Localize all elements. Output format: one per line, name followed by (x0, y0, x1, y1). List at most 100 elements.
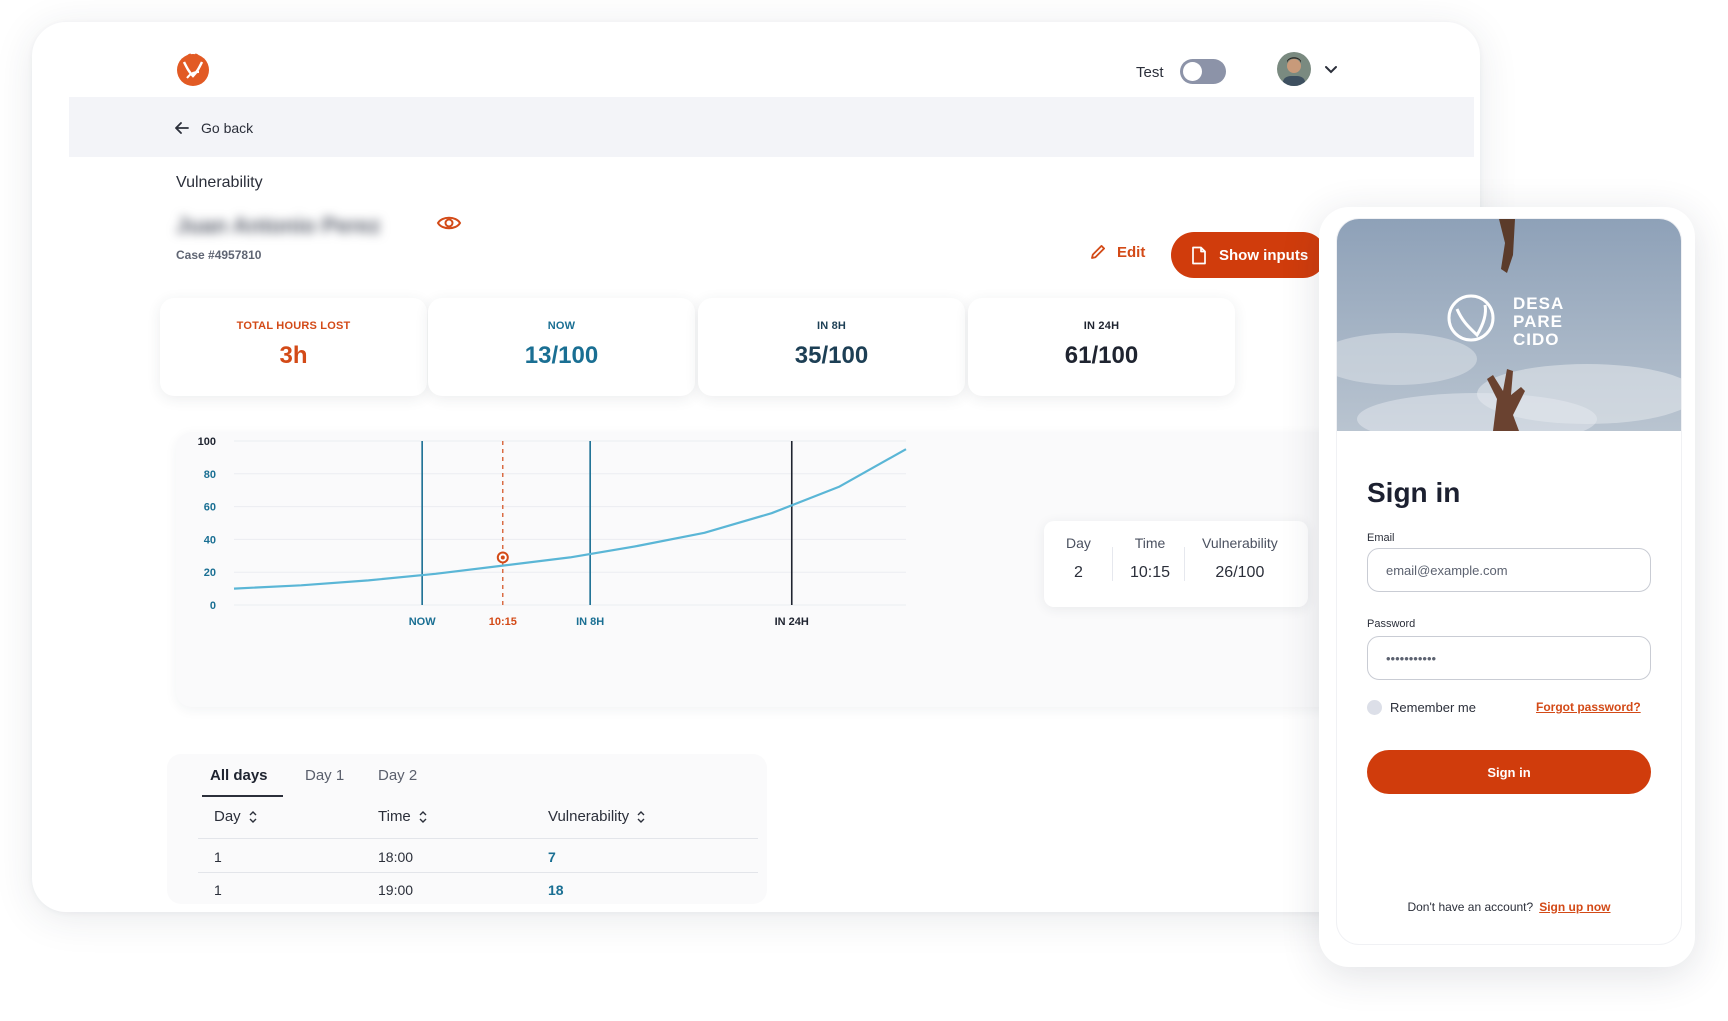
case-number: Case #4957810 (176, 248, 262, 262)
show-inputs-button[interactable]: Show inputs (1171, 232, 1326, 278)
document-icon (1192, 246, 1206, 264)
active-tab-indicator (202, 795, 283, 797)
sort-icon (419, 810, 427, 823)
remember-me-label: Remember me (1390, 700, 1476, 715)
chevron-down-icon[interactable] (1324, 64, 1338, 76)
email-field[interactable]: email@example.com (1367, 548, 1651, 592)
stat-card-in-24h: IN 24H 61/100 (968, 298, 1235, 396)
cell-time: 18:00 (378, 849, 414, 865)
tab-day-2[interactable]: Day 2 (378, 767, 417, 784)
tooltip-time-label: Time (1134, 535, 1166, 551)
cell-vulnerability[interactable]: 18 (548, 882, 564, 898)
cell-day: 1 (214, 849, 222, 865)
signup-prompt: Don't have an account? Sign up now (1337, 900, 1681, 914)
stat-card-now: NOW 13/100 (428, 298, 695, 396)
eye-icon[interactable] (436, 212, 462, 234)
tooltip-divider (1112, 547, 1113, 581)
remember-me-checkbox[interactable]: Remember me (1367, 700, 1476, 715)
stat-label: NOW (547, 320, 576, 332)
tab-all-days[interactable]: All days (210, 767, 268, 784)
tooltip-vulnerability-label: Vulnerability (1202, 535, 1278, 551)
stat-label: TOTAL HOURS LOST (236, 320, 351, 332)
show-inputs-label: Show inputs (1219, 246, 1309, 264)
column-header-day[interactable]: Day (214, 808, 257, 825)
sign-up-link[interactable]: Sign up now (1539, 900, 1610, 914)
brand-wordmark: DESA PARE CIDO (1513, 295, 1564, 349)
sort-icon (637, 810, 645, 823)
password-value: ••••••••••• (1386, 650, 1437, 666)
y-tick-label: 100 (198, 436, 216, 448)
y-tick-label: 60 (204, 502, 216, 514)
tooltip-vulnerability-value: 26/100 (1215, 564, 1265, 581)
person-name: Juan Antonio Perez (176, 213, 381, 238)
signin-panel: DESA PARE CIDO Sign in Email email@examp… (1319, 207, 1695, 967)
stat-value: 3h (279, 342, 308, 369)
tooltip-time: Time 10:15 (1130, 535, 1170, 582)
edit-button[interactable]: Edit (1089, 243, 1145, 261)
tooltip-day-value: 2 (1074, 564, 1083, 581)
edit-label: Edit (1117, 243, 1146, 261)
y-tick-label: 20 (204, 567, 216, 579)
user-avatar[interactable] (1277, 52, 1311, 86)
test-mode-toggle[interactable] (1180, 59, 1226, 84)
arrow-left-icon (175, 122, 189, 134)
tooltip-vulnerability: Vulnerability 26/100 (1202, 535, 1278, 582)
highlight-point-center (500, 555, 505, 560)
column-header-time[interactable]: Time (378, 808, 427, 825)
column-header-label: Vulnerability (548, 808, 630, 825)
tooltip-day-label: Day (1066, 535, 1091, 551)
vulnerability-series-line[interactable] (233, 448, 907, 590)
column-header-label: Day (214, 808, 241, 825)
brand-line: PARE (1513, 312, 1563, 331)
stat-value: 13/100 (524, 342, 599, 369)
cell-time: 19:00 (378, 882, 414, 898)
tooltip-day: Day 2 (1066, 535, 1091, 582)
go-back-link[interactable]: Go back (175, 118, 253, 138)
x-marker-label: 10:15 (489, 616, 517, 628)
sign-in-button[interactable]: Sign in (1367, 750, 1651, 794)
app-logo-icon[interactable] (175, 50, 211, 88)
hero-image (1337, 219, 1681, 431)
y-tick-label: 80 (204, 469, 216, 481)
email-placeholder: email@example.com (1386, 562, 1508, 578)
y-tick-label: 40 (204, 534, 216, 546)
cell-vulnerability[interactable]: 7 (548, 849, 556, 865)
stat-label: IN 24H (1083, 320, 1120, 332)
y-tick-label: 0 (210, 600, 216, 612)
no-account-text: Don't have an account? (1407, 900, 1534, 914)
column-header-label: Time (378, 808, 411, 825)
forgot-password-link[interactable]: Forgot password? (1536, 700, 1641, 714)
password-label: Password (1367, 618, 1416, 630)
x-marker-label: IN 8H (576, 616, 604, 628)
back-bar (69, 97, 1474, 157)
stat-card-total-hours: TOTAL HOURS LOST 3h (160, 298, 427, 396)
table-divider (198, 872, 758, 873)
cell-day: 1 (214, 882, 222, 898)
top-bar: Test (32, 22, 1480, 97)
section-title: Vulnerability (176, 174, 263, 191)
signin-title: Sign in (1367, 477, 1461, 508)
tab-day-1[interactable]: Day 1 (305, 767, 344, 784)
tooltip-time-value: 10:15 (1130, 564, 1171, 581)
brand-line: DESA (1513, 294, 1565, 313)
test-mode-label: Test (1136, 64, 1164, 81)
stat-value: 35/100 (794, 342, 869, 369)
pencil-icon (1091, 245, 1105, 259)
email-label: Email (1367, 532, 1395, 544)
toggle-knob (1183, 62, 1202, 81)
dashboard-card: Test Go back Vulnerability Juan Antonio … (32, 22, 1480, 912)
tooltip-divider (1184, 547, 1185, 581)
brand-line: CIDO (1513, 330, 1560, 349)
remember-me-radio[interactable] (1367, 700, 1382, 715)
column-header-vulnerability[interactable]: Vulnerability (548, 808, 645, 825)
stat-value: 61/100 (1064, 342, 1139, 369)
stat-label: IN 8H (816, 320, 847, 332)
sort-icon (249, 810, 257, 823)
x-marker-label: IN 24H (775, 616, 809, 628)
go-back-label: Go back (201, 120, 254, 136)
stat-card-in-8h: IN 8H 35/100 (698, 298, 965, 396)
chart-tooltip: Day 2 Time 10:15 Vulnerability 26/100 (1044, 521, 1308, 607)
signin-card: DESA PARE CIDO Sign in Email email@examp… (1337, 219, 1681, 944)
password-field[interactable]: ••••••••••• (1367, 636, 1651, 680)
x-marker-label: NOW (409, 616, 437, 628)
